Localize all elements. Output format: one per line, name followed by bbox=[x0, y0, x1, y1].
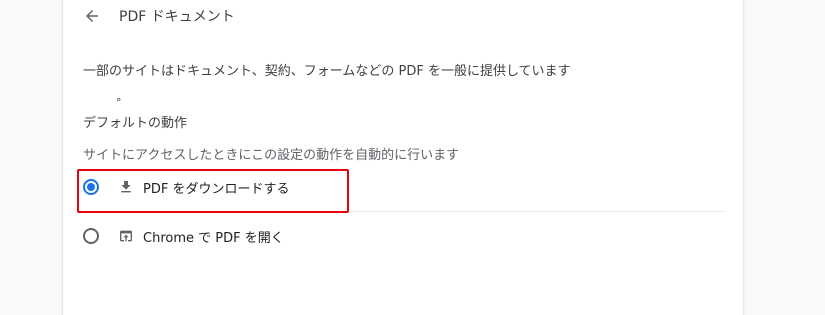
page-description: 一部のサイトはドキュメント、契約、フォームなどの PDF を一般に提供しています bbox=[83, 64, 571, 79]
radio-open-in-chrome[interactable] bbox=[83, 228, 99, 244]
option-download-pdf[interactable]: PDF をダウンロードする bbox=[81, 170, 725, 204]
divider bbox=[119, 211, 725, 212]
page-header: PDF ドキュメント bbox=[63, 0, 743, 32]
download-icon bbox=[117, 178, 135, 196]
settings-card: PDF ドキュメント 一部のサイトはドキュメント、契約、フォームなどの PDF … bbox=[63, 0, 743, 315]
option-label-open-in-chrome: Chrome で PDF を開く bbox=[143, 230, 284, 246]
open-in-browser-icon bbox=[117, 227, 135, 245]
section-title: デフォルトの動作 bbox=[83, 116, 188, 131]
arrow-back-icon bbox=[86, 10, 98, 22]
page-title: PDF ドキュメント bbox=[119, 9, 235, 25]
stray-mark: ° bbox=[116, 96, 122, 109]
radio-download-pdf[interactable] bbox=[83, 179, 99, 195]
option-label-download-pdf: PDF をダウンロードする bbox=[143, 181, 290, 197]
section-subtitle: サイトにアクセスしたときにこの設定の動作を自動的に行います bbox=[83, 148, 460, 163]
option-open-in-chrome[interactable]: Chrome で PDF を開く bbox=[81, 219, 725, 253]
back-button[interactable] bbox=[81, 5, 103, 27]
